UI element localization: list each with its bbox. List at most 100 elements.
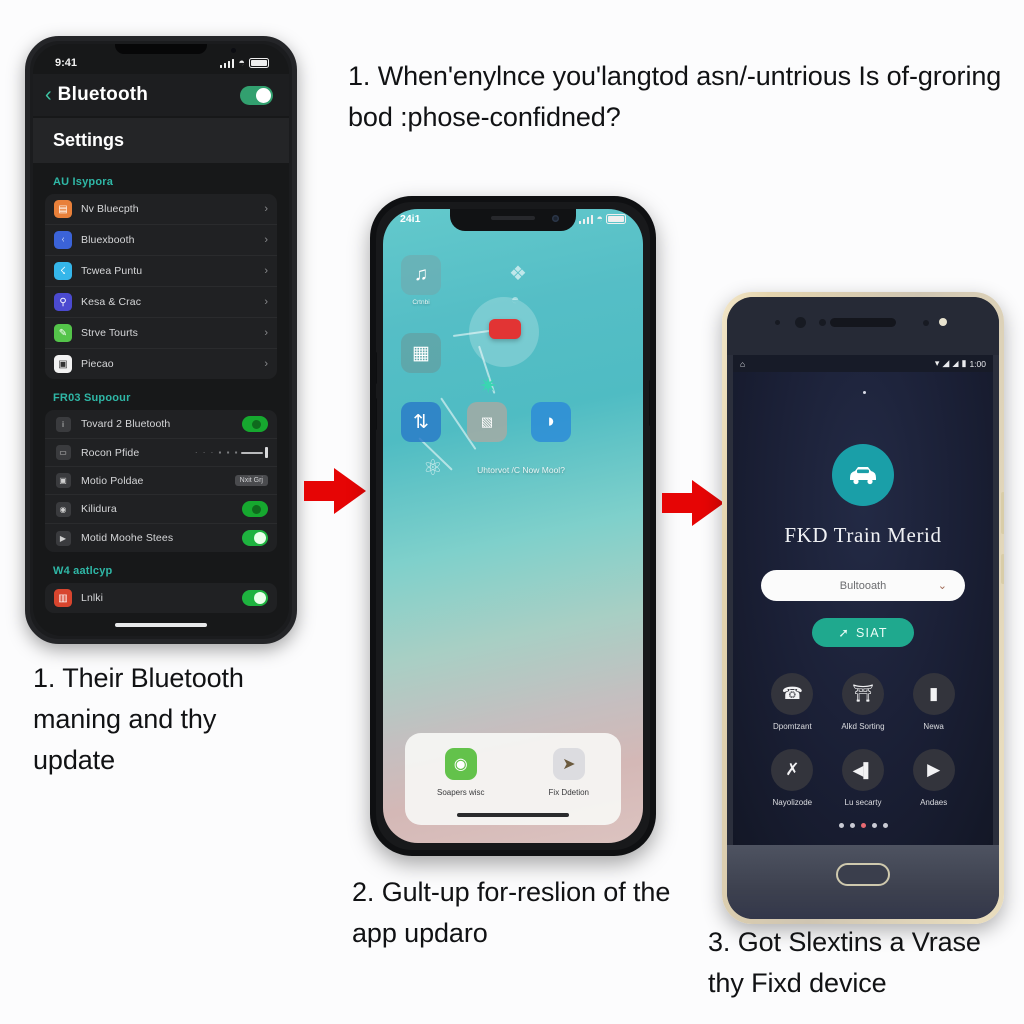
page-dot-active[interactable] [860,823,866,828]
battery-icon [249,58,269,68]
slider-ticks: · · · ▪ ▪ ▪ [194,448,239,457]
feature-grid: ☎ Dpomtzant ⛩ Alkd Sorting ▮ Newa ✗ Nayo… [757,673,969,807]
wifi-icon: ▾ [934,358,940,368]
page-dot[interactable] [838,823,844,828]
bolt-icon: ➚ [838,626,851,640]
device-cell[interactable]: ▮ Newa [898,673,969,731]
list-item-label: Kesa & Crac [81,296,142,308]
list-item[interactable]: ▣ Motio Poldae Nxit Grj [45,467,277,495]
left-phone-screen: 9:41 ◓ ‹ Bluetooth Settings AU Isypora ▤… [33,44,289,636]
phone-right-fixd-app: ⌂ ▾ ◢ ◢ ▮ 1:00 FKD Train Merid Bultooath… [722,292,1004,924]
power-button[interactable] [1001,492,1004,534]
caption-top: 1. When'enylnce you'langtod asn/-untriou… [348,61,1002,133]
list-item-label: Motio Poldae [81,474,144,487]
status-time: 9:41 [55,57,78,69]
list-item-label: Kilidura [81,503,117,515]
scan-app-icon: ◉ [444,747,477,780]
sensor-icon [775,320,780,325]
list-item[interactable]: ▤ Nv Bluecpth › [45,194,277,225]
list-item[interactable]: ▶ Motid Moohe Stees [45,524,277,552]
list-item-label: Rocon Pfide [81,446,140,459]
row-slider[interactable]: · · · ▪ ▪ ▪ [195,447,268,458]
wifi-icon: ◓ [238,56,245,69]
status-time: 1:00 [969,358,986,369]
music-app-label: Crtnbi [412,299,430,306]
sys-doc-icon: ▭ [55,445,71,460]
chevron-down-icon[interactable]: ⌄ [938,579,947,592]
slider-knob[interactable] [265,447,268,458]
sorting-cell[interactable]: ⛩ Alkd Sorting [828,673,899,731]
bluetooth-master-toggle[interactable] [240,85,273,105]
row-toggle[interactable] [242,416,268,432]
list-item[interactable]: ☇ Tcwea Puntu › [45,256,277,287]
front-camera-icon [552,215,559,222]
page-indicator-dots[interactable] [733,823,993,828]
sys-spiral-icon: ◉ [55,501,71,517]
list-item-label: Lnlki [81,592,104,604]
chevron-right-icon: › [264,327,268,339]
list-item[interactable]: ▥ Lnlki [45,583,277,613]
music-app-icon[interactable]: ♫ [401,255,441,295]
page-title: Bluetooth [57,84,149,105]
chevron-right-icon: › [264,203,268,215]
settings-group-3: ▥ Lnlki [45,583,277,613]
home-button[interactable] [836,863,890,886]
start-button-label: SIAT [856,625,888,640]
list-item[interactable]: ᚲ Bluexbooth › [45,225,277,256]
play-label: Andaes [920,798,948,807]
security-cell[interactable]: ◀▌ Lu secarty [828,749,899,807]
chevron-right-icon: › [264,265,268,277]
red-badge-icon [489,319,521,339]
page-dot[interactable] [882,823,888,828]
photos-app-icon[interactable]: ▦ [401,333,441,373]
fix-app-cell[interactable]: ➤ Fix Ddetion [549,747,589,797]
volume-button-down[interactable] [376,398,377,430]
right-phone-body: ⌂ ▾ ◢ ◢ ▮ 1:00 FKD Train Merid Bultooath… [727,297,999,919]
page-dot[interactable] [871,823,877,828]
list-item[interactable]: ▣ Piecao › [45,349,277,379]
list-item-label: Strve Tourts [81,327,139,339]
settings-header: Settings [33,118,289,163]
scan-app-cell[interactable]: ◉ Soapers wisc [437,747,485,797]
chevron-left-icon[interactable]: ‹ [45,85,52,105]
wifi-icon: ◓ [596,212,603,225]
play-cell[interactable]: ▶ Andaes [898,749,969,807]
volume-button-up[interactable] [376,352,377,384]
cloud-app-icon[interactable]: ◗ [531,402,571,442]
bluetooth-beacon-icon: ❖ [509,263,527,285]
list-item[interactable]: ▭ Rocon Pfide · · · ▪ ▪ ▪ [45,439,277,467]
front-camera-icon [231,48,236,53]
list-item[interactable]: ⚲ Kesa & Crac › [45,287,277,318]
section-header-3: W4 aatlcyp [53,565,113,577]
arrow-left-to-center [304,468,366,514]
row-toggle[interactable] [242,530,268,546]
play-icon: ▶ [912,749,955,791]
navigation-cell[interactable]: ✗ Nayolizode [757,749,828,807]
docs-app-icon[interactable]: ⇅ [401,402,441,442]
app-orange-icon: ▤ [54,200,72,218]
volume-button[interactable] [1001,554,1004,584]
list-item[interactable]: i Tovard 2 Bluetooth [45,410,277,439]
settings-label: Settings [53,130,125,150]
navigation-icon: ✗ [771,749,814,791]
list-item[interactable]: ◉ Kilidura [45,495,277,524]
navigation-label: Nayolizode [772,798,813,807]
security-label: Lu secarty [844,798,882,807]
row-toggle[interactable] [242,501,268,517]
list-item-label: Tovard 2 Bluetooth [81,418,171,430]
app-indigo-icon: ⚲ [54,293,72,311]
bluetooth-device-dropdown[interactable]: Bultooath ⌄ [761,570,965,601]
phone-notch [115,44,207,54]
home-indicator[interactable] [457,813,569,817]
slider-track [241,451,263,454]
power-button[interactable] [649,380,650,426]
diagnostics-icon: ☎ [771,673,814,715]
diagnostics-cell[interactable]: ☎ Dpomtzant [757,673,828,731]
start-button[interactable]: ➚ SIAT [812,618,914,647]
earpiece-speaker [830,318,896,327]
list-item[interactable]: ✎ Strve Tourts › [45,318,277,349]
row-toggle[interactable] [242,590,268,606]
page-dot[interactable] [849,823,855,828]
gallery-app-icon[interactable]: ▧ [467,402,507,442]
sys-save-icon: ▣ [55,473,71,488]
